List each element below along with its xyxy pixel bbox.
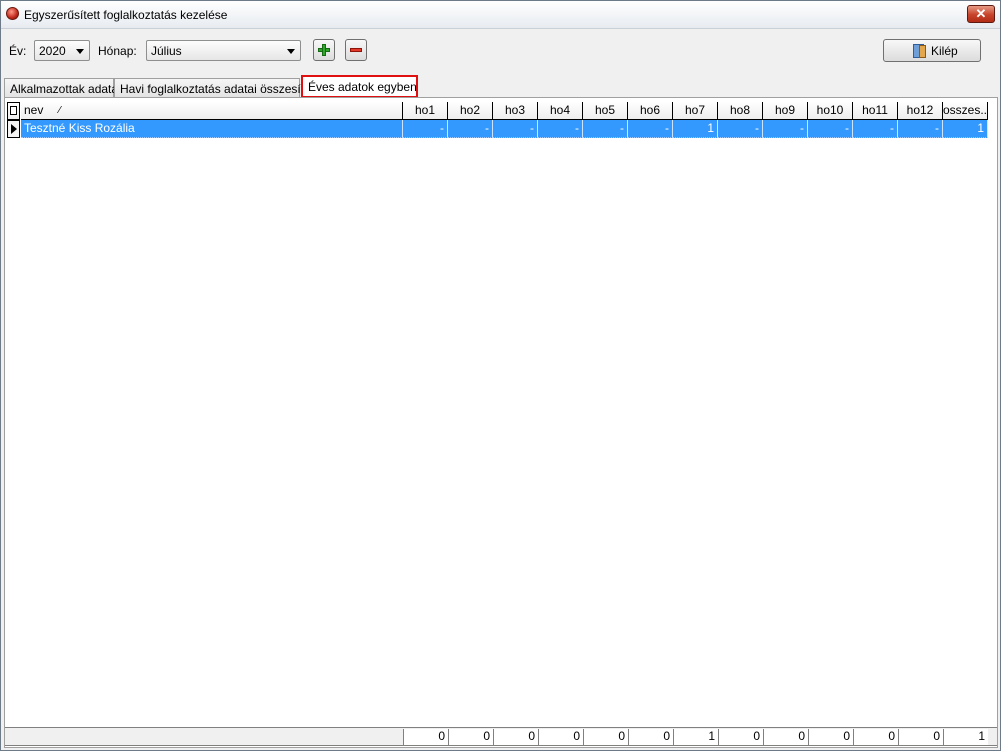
year-select[interactable]: 2020 bbox=[34, 40, 90, 61]
cell-ho2[interactable]: - bbox=[448, 120, 493, 138]
tab-strip: Alkalmazottak adatai Havi foglalkoztatás… bbox=[1, 75, 1000, 99]
total-osszes: 1 bbox=[943, 729, 988, 745]
cell-ho10[interactable]: - bbox=[808, 120, 853, 138]
main-window: Egyszerűsített foglalkoztatás kezelése ✕… bbox=[0, 0, 1001, 751]
total-ho7: 1 bbox=[673, 729, 718, 745]
cell-ho3[interactable]: - bbox=[493, 120, 538, 138]
cell-ho4[interactable]: - bbox=[538, 120, 583, 138]
total-ho12: 0 bbox=[898, 729, 943, 745]
total-ho3: 0 bbox=[493, 729, 538, 745]
exit-button-label: Kilép bbox=[931, 44, 958, 58]
row-indicator bbox=[7, 120, 20, 138]
chevron-down-icon bbox=[76, 49, 84, 54]
add-button[interactable] bbox=[313, 39, 335, 61]
column-header-ho12[interactable]: ho12 bbox=[898, 102, 943, 120]
tab-content-panel bbox=[4, 97, 998, 748]
column-chooser-icon[interactable] bbox=[7, 102, 20, 120]
close-button[interactable]: ✕ bbox=[967, 5, 995, 23]
total-ho9: 0 bbox=[763, 729, 808, 745]
column-header-ho3[interactable]: ho3 bbox=[493, 102, 538, 120]
cell-ho7[interactable]: 1 bbox=[673, 120, 718, 138]
month-value: Július bbox=[151, 44, 182, 58]
cell-ho11[interactable]: - bbox=[853, 120, 898, 138]
row-pointer-icon bbox=[11, 124, 17, 134]
app-icon bbox=[6, 7, 19, 20]
column-header-ho9[interactable]: ho9 bbox=[763, 102, 808, 120]
cell-ho6[interactable]: - bbox=[628, 120, 673, 138]
minus-icon bbox=[350, 48, 362, 52]
column-header-ho5[interactable]: ho5 bbox=[583, 102, 628, 120]
column-header-nev[interactable]: nev ⁄ bbox=[21, 102, 403, 120]
month-select[interactable]: Július bbox=[146, 40, 301, 61]
year-label: Év: bbox=[9, 44, 27, 58]
total-ho11: 0 bbox=[853, 729, 898, 745]
column-header-ho2[interactable]: ho2 bbox=[448, 102, 493, 120]
totals-footer: 0000001000001 bbox=[5, 727, 997, 746]
plus-icon-vertical bbox=[322, 44, 326, 56]
column-header-ho11[interactable]: ho11 bbox=[853, 102, 898, 120]
chevron-down-icon bbox=[287, 49, 295, 54]
column-header-ho1[interactable]: ho1 bbox=[403, 102, 448, 120]
year-value: 2020 bbox=[39, 44, 66, 58]
total-ho1: 0 bbox=[403, 729, 448, 745]
remove-button[interactable] bbox=[345, 39, 367, 61]
total-ho10: 0 bbox=[808, 729, 853, 745]
sort-ascending-icon: ⁄ bbox=[59, 105, 61, 116]
cell-ho12[interactable]: - bbox=[898, 120, 943, 138]
cell-osszes[interactable]: 1 bbox=[943, 120, 988, 138]
cell-ho1[interactable]: - bbox=[403, 120, 448, 138]
tab-employees[interactable]: Alkalmazottak adatai bbox=[4, 78, 121, 98]
window-title: Egyszerűsített foglalkoztatás kezelése bbox=[24, 8, 228, 22]
tab-monthly-summary[interactable]: Havi foglalkoztatás adatai összesítve bbox=[114, 78, 317, 98]
column-header-ho6[interactable]: ho6 bbox=[628, 102, 673, 120]
door-exit-icon bbox=[913, 44, 926, 58]
total-ho4: 0 bbox=[538, 729, 583, 745]
cell-ho9[interactable]: - bbox=[763, 120, 808, 138]
total-ho2: 0 bbox=[448, 729, 493, 745]
column-header-ho7[interactable]: ho7 bbox=[673, 102, 718, 120]
total-ho5: 0 bbox=[583, 729, 628, 745]
exit-button[interactable]: Kilép bbox=[883, 39, 981, 62]
column-header-osszes[interactable]: osszes... bbox=[943, 102, 988, 120]
cell-ho5[interactable]: - bbox=[583, 120, 628, 138]
total-ho8: 0 bbox=[718, 729, 763, 745]
column-header-ho8[interactable]: ho8 bbox=[718, 102, 763, 120]
cell-nev[interactable]: Tesztné Kiss Rozália bbox=[21, 120, 403, 138]
column-header-ho4[interactable]: ho4 bbox=[538, 102, 583, 120]
month-label: Hónap: bbox=[98, 44, 137, 58]
title-bar: Egyszerűsített foglalkoztatás kezelése ✕ bbox=[1, 1, 1000, 29]
total-ho6: 0 bbox=[628, 729, 673, 745]
column-header-ho10[interactable]: ho10 bbox=[808, 102, 853, 120]
tab-yearly-data[interactable]: Éves adatok egyben bbox=[301, 75, 418, 98]
cell-ho8[interactable]: - bbox=[718, 120, 763, 138]
